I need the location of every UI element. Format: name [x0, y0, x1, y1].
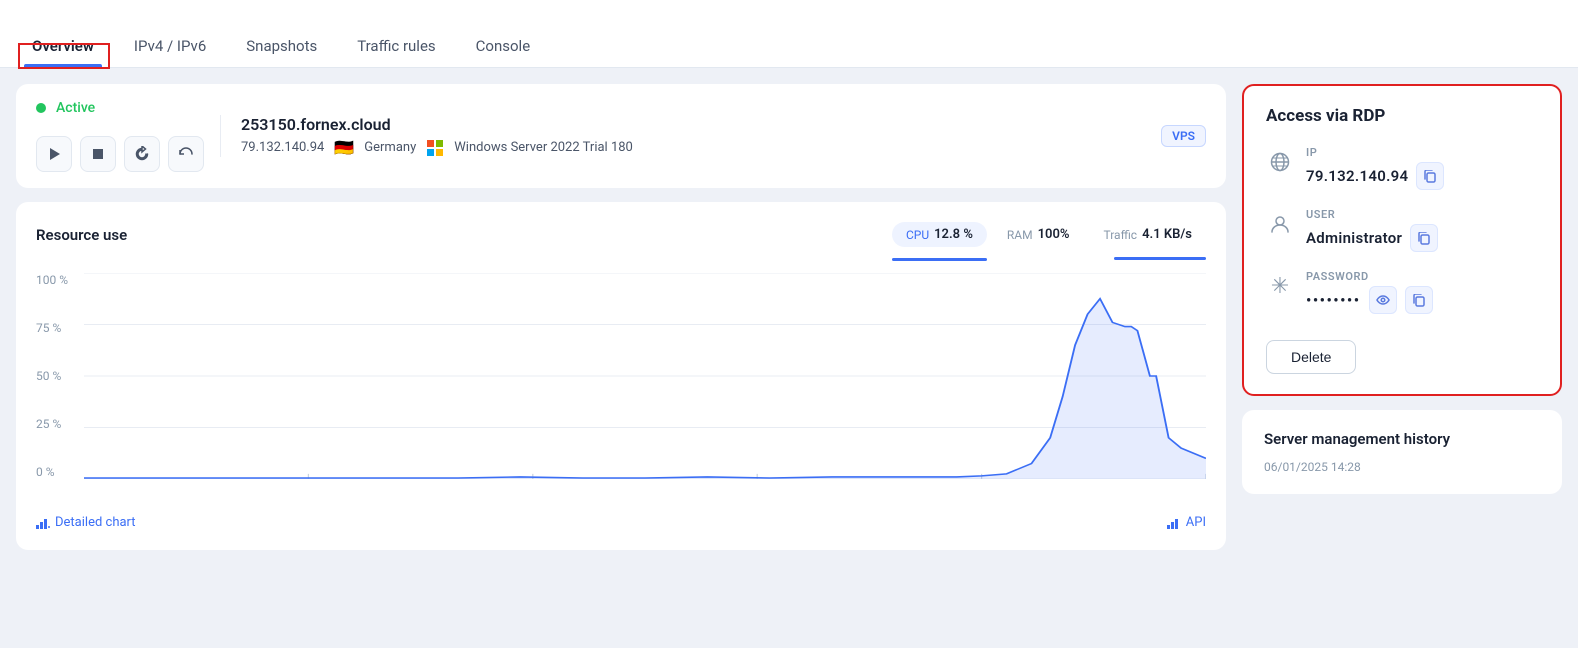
- tab-snapshots[interactable]: Snapshots: [238, 37, 325, 67]
- play-button[interactable]: [36, 136, 72, 172]
- windows-icon: [426, 139, 444, 157]
- rdp-user-value: Administrator: [1306, 229, 1402, 247]
- metric-tab-traffic[interactable]: Traffic 4.1 KB/s: [1089, 222, 1206, 247]
- api-link[interactable]: API: [1167, 515, 1206, 530]
- rdp-user-label: USER: [1306, 208, 1538, 221]
- server-ip: 79.132.140.94: [241, 140, 324, 155]
- server-os: Windows Server 2022 Trial 180: [454, 140, 633, 155]
- globe-icon: [1266, 148, 1294, 176]
- rdp-user-field: USER Administrator: [1266, 208, 1538, 252]
- flag-icon: 🇩🇪: [334, 138, 354, 157]
- detailed-chart-link[interactable]: Detailed chart: [36, 515, 136, 530]
- rdp-password-content: PASSWORD ••••••••: [1306, 270, 1538, 314]
- server-country: Germany: [364, 140, 416, 155]
- main-content: Active: [0, 68, 1578, 566]
- server-header-card: Active: [16, 84, 1226, 188]
- tab-traffic-rules[interactable]: Traffic rules: [349, 37, 443, 67]
- resource-card: Resource use CPU 12.8 % RAM 100% Traffic: [16, 202, 1226, 550]
- rdp-card: Access via RDP IP: [1242, 84, 1562, 396]
- chart-footer: Detailed chart API: [36, 515, 1206, 530]
- chart-y-labels: 100 % 75 % 50 % 25 % 0 %: [36, 273, 80, 479]
- server-info-block: 253150.fornex.cloud 79.132.140.94 🇩🇪 Ger…: [220, 115, 1145, 157]
- rdp-ip-content: IP 79.132.140.94: [1306, 146, 1538, 190]
- chart-area: 100 % 75 % 50 % 25 % 0 %: [36, 273, 1206, 503]
- chart-canvas: [84, 273, 1206, 479]
- server-hostname: 253150.fornex.cloud: [241, 115, 1145, 134]
- rdp-password-row: ••••••••: [1306, 286, 1538, 314]
- copy-user-button[interactable]: [1410, 224, 1438, 252]
- rdp-user-row: Administrator: [1306, 224, 1538, 252]
- metric-tab-cpu[interactable]: CPU 12.8 %: [892, 222, 987, 247]
- resource-title: Resource use: [36, 226, 127, 244]
- history-timestamp: 06/01/2025 14:28: [1264, 460, 1540, 474]
- left-panel: Active: [16, 84, 1226, 550]
- controls-group: [36, 136, 204, 172]
- rdp-title: Access via RDP: [1266, 106, 1538, 126]
- vps-badge: VPS: [1161, 125, 1206, 147]
- metric-tab-ram[interactable]: RAM 100%: [993, 222, 1084, 247]
- status-dot: [36, 103, 46, 113]
- history-card: Server management history 06/01/2025 14:…: [1242, 410, 1562, 494]
- tab-overview[interactable]: Overview: [24, 37, 102, 67]
- rdp-password-label: PASSWORD: [1306, 270, 1538, 283]
- asterisk-icon: ✳: [1266, 272, 1294, 300]
- rdp-ip-label: IP: [1306, 146, 1538, 159]
- copy-ip-button[interactable]: [1416, 162, 1444, 190]
- history-title: Server management history: [1264, 430, 1540, 448]
- tab-console[interactable]: Console: [468, 37, 539, 67]
- rdp-ip-row: 79.132.140.94: [1306, 162, 1538, 190]
- toggle-password-button[interactable]: [1369, 286, 1397, 314]
- page-wrapper: Overview IPv4 / IPv6 Snapshots Traffic r…: [0, 0, 1578, 648]
- tabs-bar: Overview IPv4 / IPv6 Snapshots Traffic r…: [0, 0, 1578, 68]
- metrics-tabs: CPU 12.8 % RAM 100% Traffic 4.1 KB/s: [892, 222, 1206, 247]
- server-meta: 79.132.140.94 🇩🇪 Germany: [241, 138, 1145, 157]
- rdp-ip-field: IP 79.132.140.94: [1266, 146, 1538, 190]
- rdp-user-content: USER Administrator: [1306, 208, 1538, 252]
- copy-password-button[interactable]: [1405, 286, 1433, 314]
- stop-button[interactable]: [80, 136, 116, 172]
- rdp-password-field: ✳ PASSWORD ••••••••: [1266, 270, 1538, 314]
- restart-button[interactable]: [124, 136, 160, 172]
- delete-button[interactable]: Delete: [1266, 340, 1356, 374]
- user-icon: [1266, 210, 1294, 238]
- rdp-password-value: ••••••••: [1306, 291, 1361, 309]
- reset-button[interactable]: [168, 136, 204, 172]
- resource-header: Resource use CPU 12.8 % RAM 100% Traffic: [36, 222, 1206, 247]
- rdp-ip-value: 79.132.140.94: [1306, 167, 1408, 185]
- right-panel: Access via RDP IP: [1242, 84, 1562, 550]
- status-text: Active: [56, 100, 95, 116]
- tab-ipv4ipv6[interactable]: IPv4 / IPv6: [126, 37, 214, 67]
- status-row: Active: [36, 100, 204, 116]
